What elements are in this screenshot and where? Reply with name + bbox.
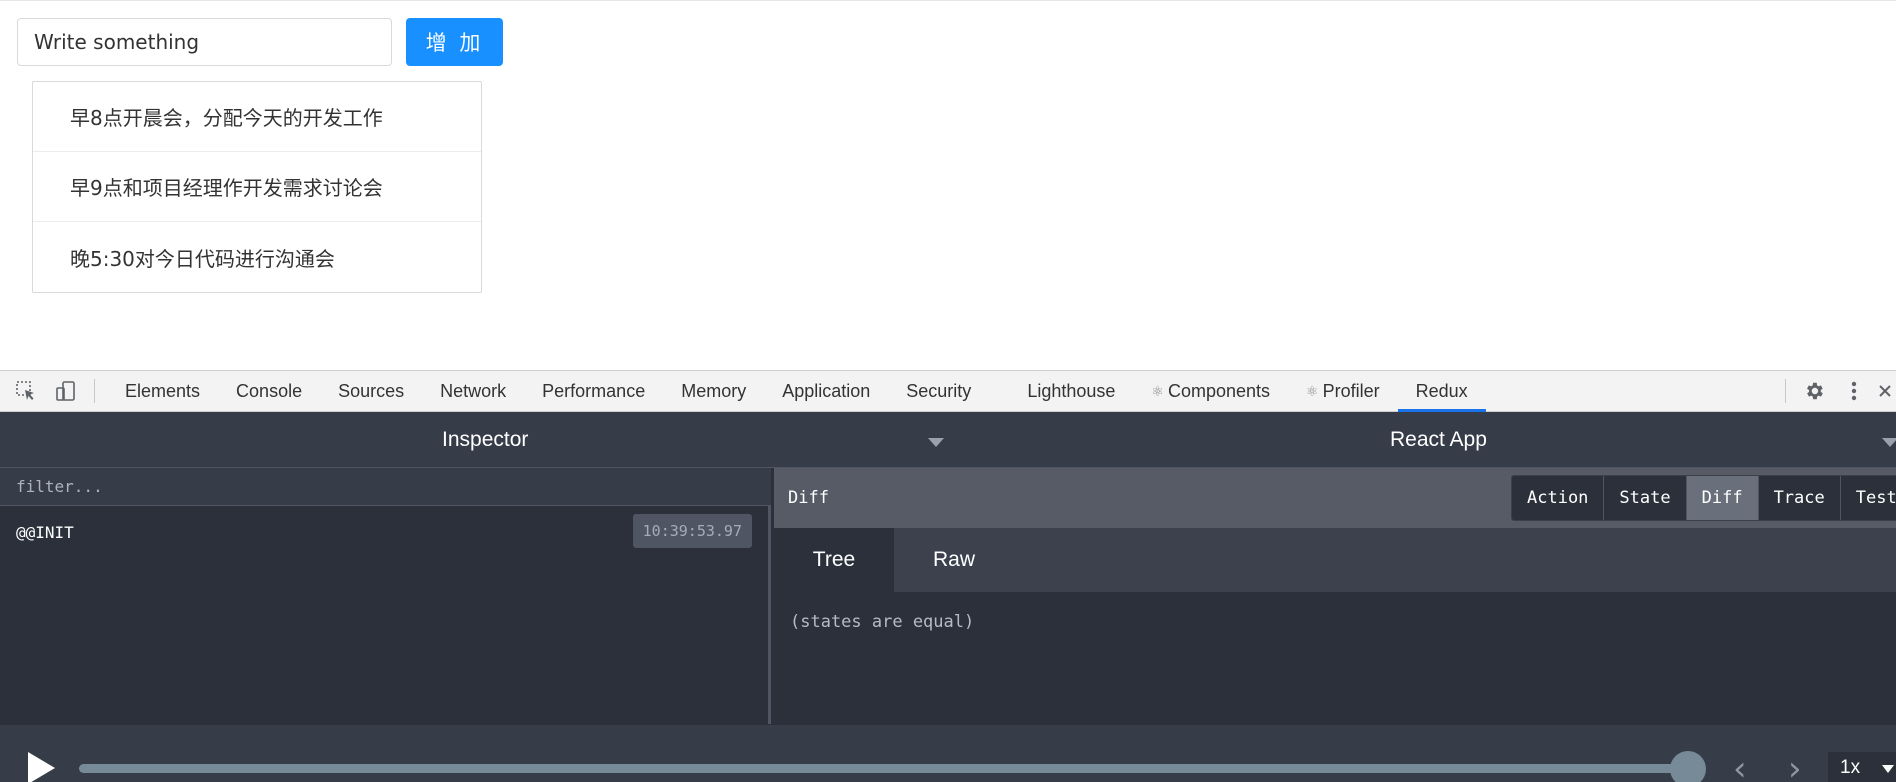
action-timestamp[interactable]: 10:39:53.97 xyxy=(632,514,752,548)
tab-trace[interactable]: Trace xyxy=(1758,476,1841,520)
todo-list: 早8点开晨会，分配今天的开发工作 早9点和项目经理作开发需求讨论会 晚5:30对… xyxy=(32,81,482,293)
settings-gear-icon[interactable] xyxy=(1794,371,1834,411)
monitor-pane: Diff Action State Diff Trace Test Tree R… xyxy=(774,468,1896,724)
close-icon[interactable] xyxy=(1874,371,1896,411)
tab-memory[interactable]: Memory xyxy=(663,371,764,411)
timeline-slider-track[interactable] xyxy=(79,764,1689,773)
add-button[interactable]: 增 加 xyxy=(406,18,503,66)
tab-sources[interactable]: Sources xyxy=(320,371,422,411)
list-item[interactable]: 早9点和项目经理作开发需求讨论会 xyxy=(33,152,481,222)
tab-security[interactable]: Security xyxy=(888,371,989,411)
action-list-item[interactable]: @@INIT 10:39:53.97 xyxy=(0,512,768,552)
tab-label: Components xyxy=(1167,380,1271,401)
play-icon[interactable] xyxy=(28,752,55,782)
todo-input[interactable] xyxy=(17,18,392,66)
toolbar-divider xyxy=(94,379,95,403)
todo-app: 增 加 早8点开晨会，分配今天的开发工作 早9点和项目经理作开发需求讨论会 晚5… xyxy=(0,0,1896,370)
tab-diff[interactable]: Diff xyxy=(1686,476,1759,520)
list-item[interactable]: 晚5:30对今日代码进行沟通会 xyxy=(33,222,481,292)
tab-raw[interactable]: Raw xyxy=(894,528,1014,592)
view-tabs: Tree Raw xyxy=(774,528,1896,592)
chevron-down-icon[interactable] xyxy=(928,438,944,447)
tab-redux[interactable]: Redux xyxy=(1397,371,1486,412)
filter-input[interactable] xyxy=(0,468,771,506)
tab-console[interactable]: Console xyxy=(218,371,320,411)
monitor-tab-group: Action State Diff Trace Test xyxy=(1511,475,1896,521)
tab-profiler[interactable]: ⚛ Profiler xyxy=(1288,371,1398,411)
action-name: @@INIT xyxy=(16,522,74,542)
action-list-pane: @@INIT 10:39:53.97 xyxy=(0,468,771,724)
tab-action[interactable]: Action xyxy=(1512,476,1605,520)
tab-application[interactable]: Application xyxy=(764,371,888,411)
tab-network[interactable]: Network xyxy=(422,371,524,411)
diff-message: (states are equal) xyxy=(790,612,975,632)
devtools-tab-bar: Elements Console Sources Network Perform… xyxy=(0,370,1896,412)
monitor-toolbar: Diff Action State Diff Trace Test xyxy=(774,468,1896,528)
tab-elements[interactable]: Elements xyxy=(107,371,218,411)
tab-performance[interactable]: Performance xyxy=(524,371,663,411)
playback-bar: ‹ › 1x xyxy=(0,724,1896,782)
react-icon: ⚛ xyxy=(1151,382,1164,399)
chevron-left-icon[interactable]: ‹ xyxy=(1733,752,1747,782)
tab-lighthouse[interactable]: Lighthouse xyxy=(1009,371,1133,411)
toolbar-divider xyxy=(1785,379,1786,403)
tab-tree[interactable]: Tree xyxy=(774,528,894,592)
inspect-element-icon[interactable] xyxy=(6,371,46,411)
timeline-slider-thumb[interactable] xyxy=(1670,751,1706,782)
devtools-actions xyxy=(1777,371,1896,411)
chevron-right-icon[interactable]: › xyxy=(1788,752,1802,782)
tab-state[interactable]: State xyxy=(1604,476,1687,520)
chevron-down-icon[interactable] xyxy=(1882,765,1894,773)
speed-value: 1x xyxy=(1840,756,1861,778)
monitor-title: Diff xyxy=(788,488,829,508)
redux-header: Inspector React App xyxy=(0,412,1896,468)
device-toolbar-icon[interactable] xyxy=(46,371,86,411)
tab-test[interactable]: Test xyxy=(1840,476,1896,520)
react-icon: ⚛ xyxy=(1306,382,1319,399)
tab-components[interactable]: ⚛ Components xyxy=(1133,371,1288,411)
more-vertical-icon[interactable] xyxy=(1834,371,1874,411)
inspector-title[interactable]: Inspector xyxy=(442,428,528,452)
redux-devtools-panel: Inspector React App @@INIT 10:39:53.97 D… xyxy=(0,412,1896,782)
chevron-down-icon[interactable] xyxy=(1882,438,1896,447)
instance-title[interactable]: React App xyxy=(1390,428,1487,452)
tab-label: Profiler xyxy=(1322,380,1380,401)
list-item[interactable]: 早8点开晨会，分配今天的开发工作 xyxy=(33,82,481,152)
